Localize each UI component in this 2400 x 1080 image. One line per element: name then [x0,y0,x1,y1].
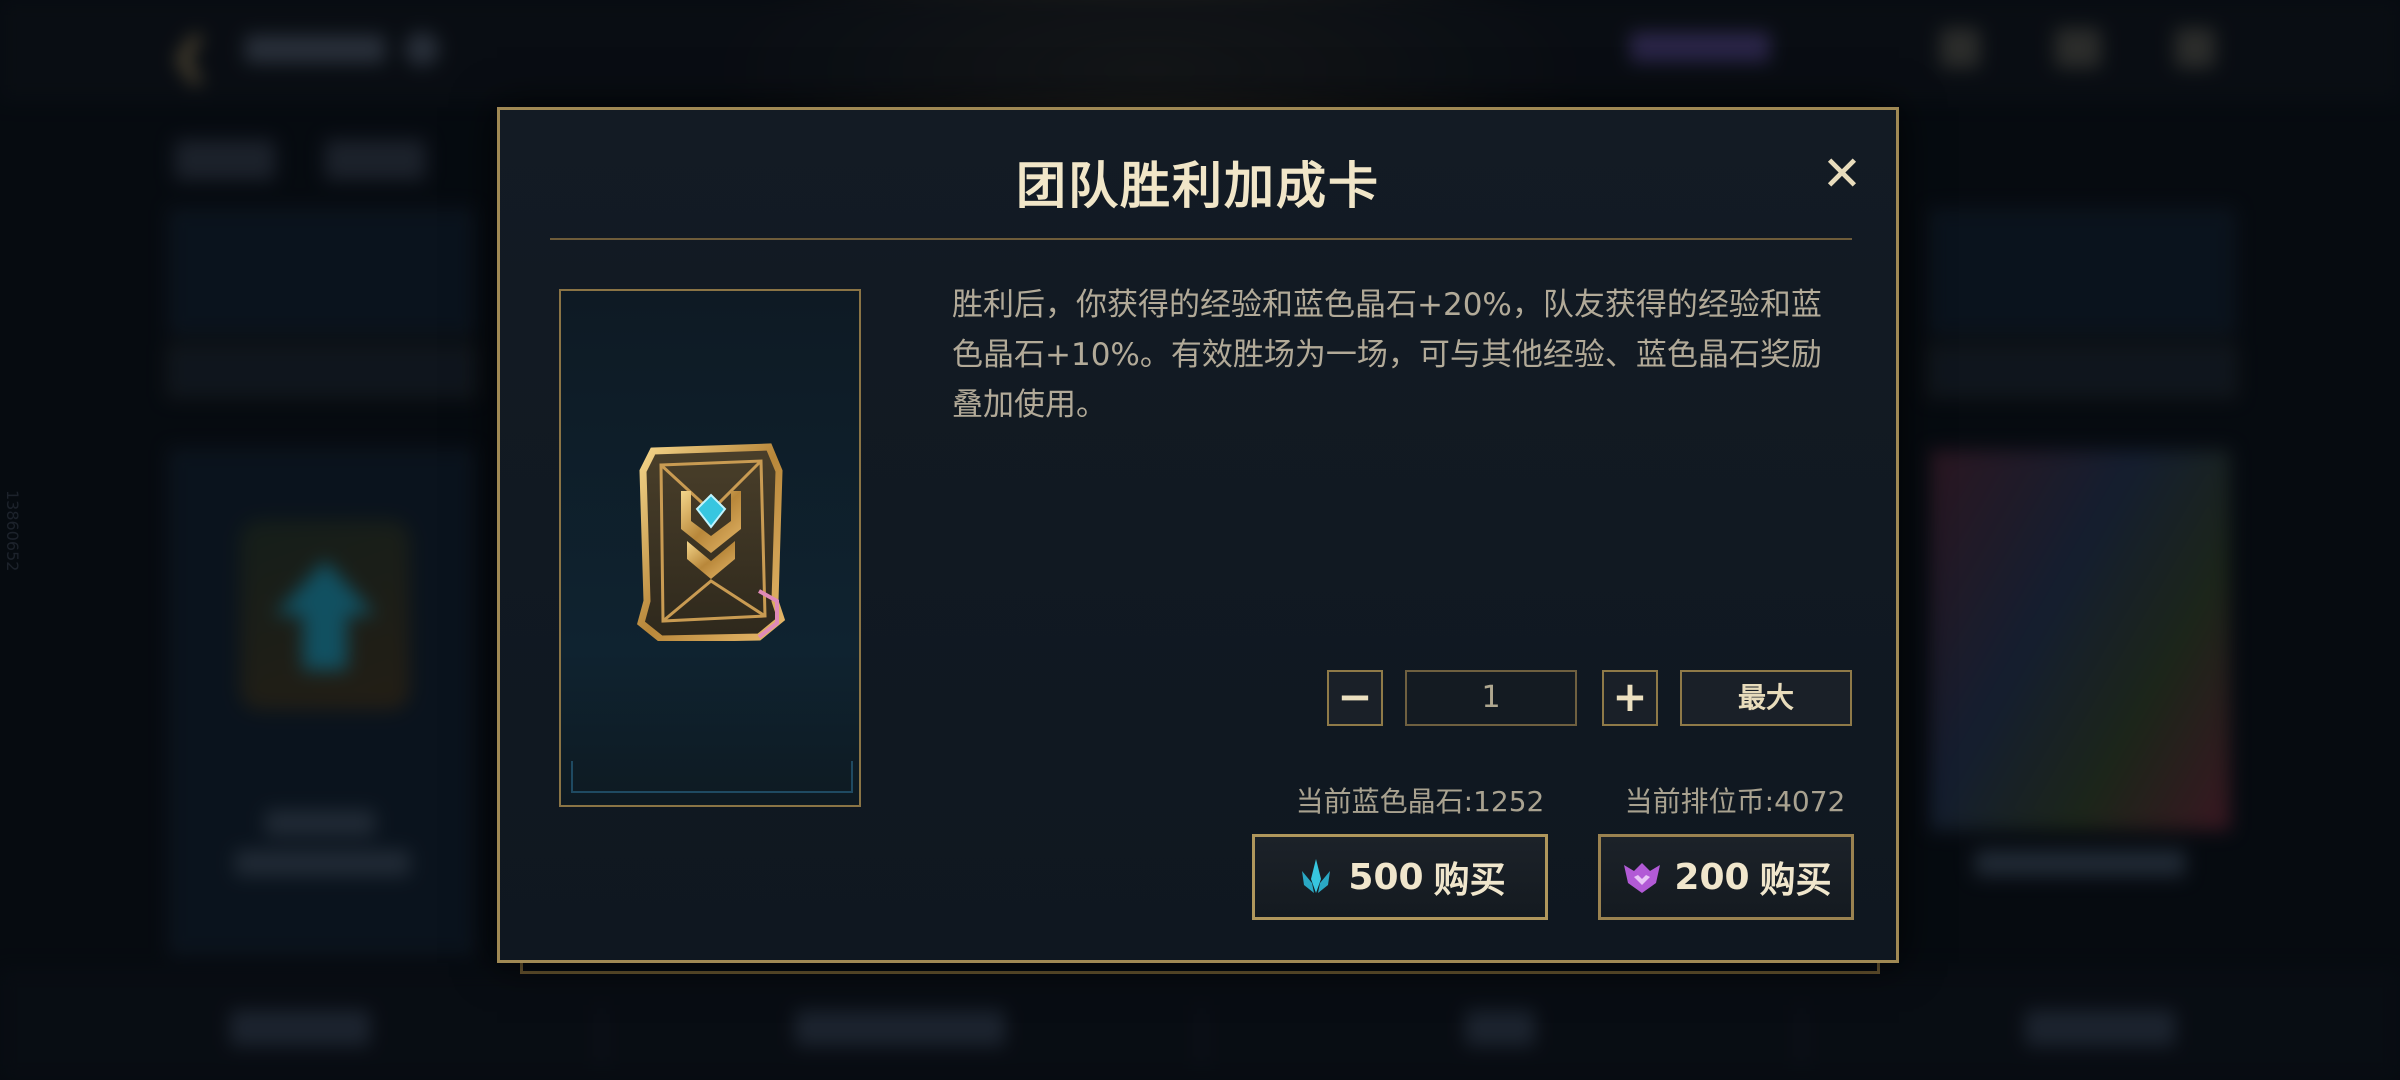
item-preview [559,289,861,807]
blue-essence-price: 500 [1348,856,1424,898]
max-quantity-button[interactable]: 最大 [1680,670,1852,726]
team-victory-bonus-card-icon [637,443,786,641]
buy-with-rank-coin-button[interactable]: 200 购买 [1598,834,1854,920]
blue-essence-icon [1294,855,1338,899]
purchase-dialog: 团队胜利加成卡 ✕ 胜利后，你获得的经验和蓝色晶石+20%，队友获得的经验和蓝色… [497,107,1899,963]
buy-label: 购买 [1759,860,1832,901]
quantity-input[interactable]: 1 [1405,670,1577,726]
blue-essence-balance: 当前蓝色晶石:1252 [1295,785,1545,818]
dialog-title: 团队胜利加成卡 [1016,157,1380,215]
item-frame-trim [571,761,853,793]
rank-coin-balance: 当前排位币:4072 [1624,785,1846,818]
item-description: 胜利后，你获得的经验和蓝色晶石+20%，队友获得的经验和蓝色晶石+10%。有效胜… [952,287,1822,423]
buy-label: 购买 [1433,860,1506,901]
rank-coin-icon [1620,855,1664,899]
rank-coin-price: 200 [1674,856,1750,898]
title-divider [550,238,1852,240]
buy-with-blue-essence-button[interactable]: 500 购买 [1252,834,1548,920]
close-icon[interactable]: ✕ [1816,148,1868,200]
decrease-quantity-button[interactable]: − [1327,670,1383,726]
increase-quantity-button[interactable]: + [1602,670,1658,726]
